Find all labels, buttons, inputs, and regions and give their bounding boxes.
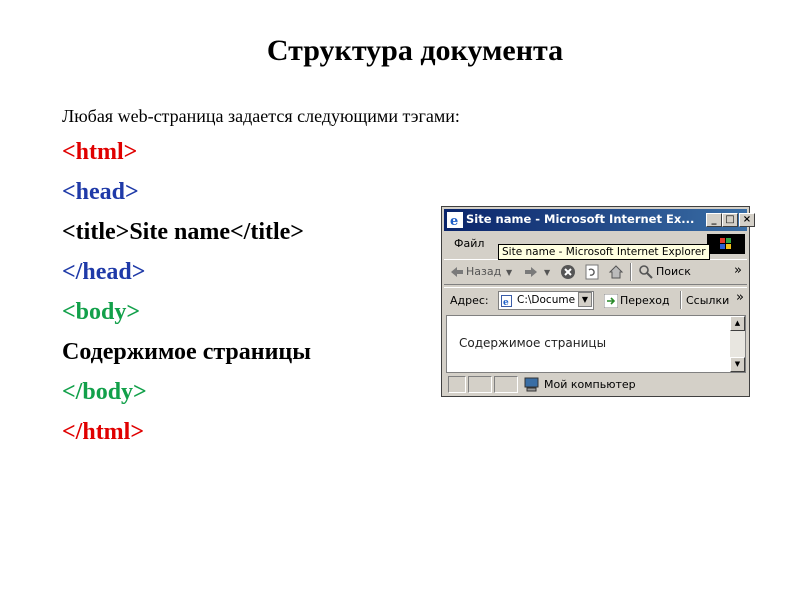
links-label[interactable]: Ссылки (686, 294, 729, 307)
window-title: Site name - Microsoft Internet Ex... (466, 212, 695, 226)
windows-flag-icon (720, 238, 731, 249)
back-button-label[interactable]: Назад (466, 265, 501, 278)
svg-text:e: e (450, 214, 458, 228)
status-text: Мой компьютер (544, 378, 636, 391)
svg-text:e: e (503, 298, 509, 307)
window-titlebar[interactable]: e Site name - Microsoft Internet Ex... _… (444, 209, 755, 231)
menu-file[interactable]: Файл (454, 237, 484, 250)
address-dropdown-icon[interactable]: ▼ (578, 292, 592, 307)
toolbar-chevron-icon[interactable]: » (734, 263, 742, 278)
my-computer-icon (524, 377, 539, 392)
back-arrow-icon[interactable] (450, 265, 464, 279)
code-line-title: <title>Site name</title> (62, 219, 304, 245)
links-chevron-icon[interactable]: » (736, 290, 744, 305)
address-separator (680, 291, 682, 309)
stop-icon[interactable] (560, 264, 576, 280)
status-panel-1 (448, 376, 466, 393)
code-line-head-close: </head> (62, 259, 146, 285)
scroll-up-icon[interactable]: ▲ (730, 316, 745, 331)
toolbar: Назад ▼ ▼ Поиск » (444, 259, 747, 285)
document-icon: e (501, 295, 512, 307)
status-bar: Мой компьютер (444, 375, 747, 394)
go-arrow-icon[interactable] (604, 294, 618, 308)
title-tooltip: Site name - Microsoft Internet Explorer (498, 244, 710, 260)
go-button-label[interactable]: Переход (620, 294, 670, 307)
forward-dropdown-icon[interactable]: ▼ (544, 268, 550, 277)
code-line-html-open: <html> (62, 139, 138, 165)
status-panel-3 (494, 376, 518, 393)
back-dropdown-icon[interactable]: ▼ (506, 268, 512, 277)
code-line-body-open: <body> (62, 299, 141, 325)
slide-title: Структура документа (266, 34, 564, 67)
search-icon[interactable] (638, 264, 654, 280)
code-line-content: Содержимое страницы (62, 339, 311, 365)
toolbar-separator (630, 263, 632, 281)
forward-arrow-icon[interactable] (524, 265, 538, 279)
home-icon[interactable] (608, 264, 624, 280)
close-button[interactable]: × (739, 213, 755, 227)
code-line-body-close: </body> (62, 379, 147, 405)
maximize-button[interactable]: □ (722, 213, 738, 227)
intro-text: Любая web-страница задается следующими т… (62, 106, 460, 126)
page-content-text: Содержимое страницы (459, 336, 607, 350)
code-line-html-close: </html> (62, 419, 145, 445)
status-panel-2 (468, 376, 492, 393)
browser-window: e Site name - Microsoft Internet Ex... _… (441, 206, 755, 397)
code-line-head-open: <head> (62, 179, 139, 205)
windows-logo (707, 234, 745, 254)
ie-logo-icon: e (447, 212, 463, 228)
search-button-label[interactable]: Поиск (656, 265, 691, 278)
address-bar: Адрес: e C:\Docume ▼ Переход Ссылки » (444, 287, 747, 313)
vertical-scrollbar[interactable]: ▲ ▼ (730, 316, 745, 372)
address-value: C:\Docume (517, 294, 576, 306)
refresh-icon[interactable] (584, 264, 600, 280)
page-viewport[interactable]: Содержимое страницы ▲ ▼ (446, 315, 746, 373)
minimize-button[interactable]: _ (706, 213, 722, 227)
address-label: Адрес: (450, 294, 489, 307)
scroll-down-icon[interactable]: ▼ (730, 357, 745, 372)
